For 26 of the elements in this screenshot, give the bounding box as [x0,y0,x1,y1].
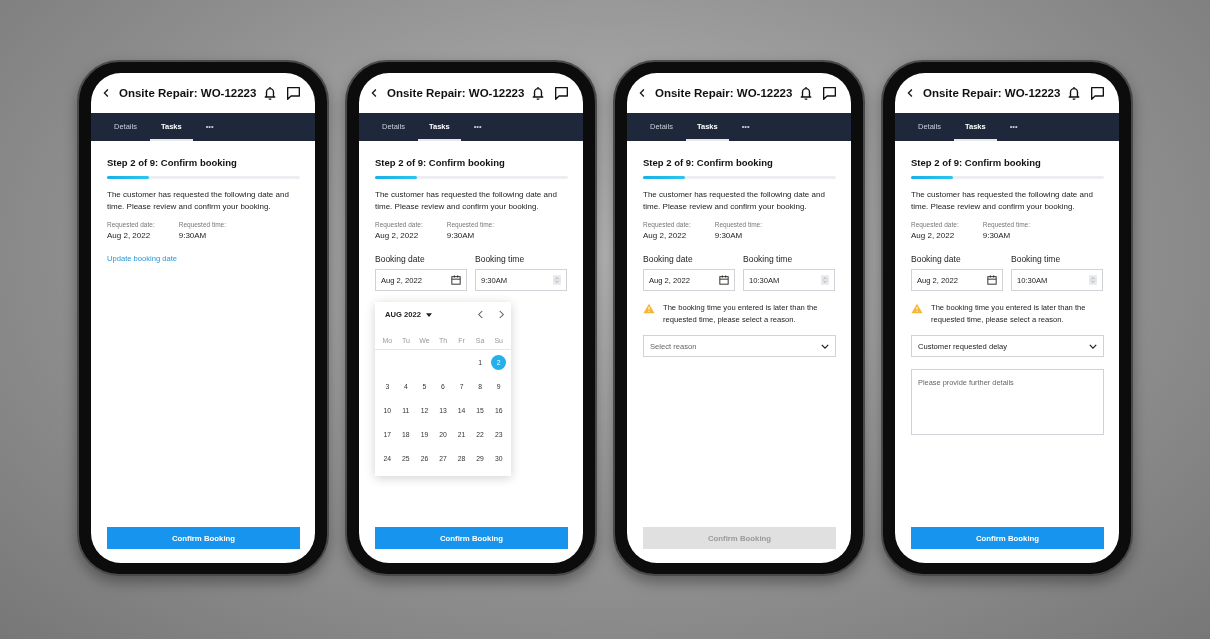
requested-value: 9:30AM [982,231,1012,240]
description-text: The customer has requested the following date and time. Please review and confirm your booking. [375,189,558,212]
step-title: Step 2 of 9: Confirm booking [107,157,238,168]
field-label: Booking time [475,254,526,264]
requested-value: 9:30AM [446,231,476,240]
field-label: Booking time [1011,254,1062,264]
step-title: Step 2 of 9: Confirm booking [911,157,1042,168]
field-label: Booking date [643,254,694,264]
screen-title: Onsite Repair: WO-12223 [119,87,257,99]
step-title: Step 2 of 9: Confirm booking [643,157,774,168]
description-text: The customer has requested the following date and time. Please review and confirm your booking. [643,189,826,212]
requested-value: 9:30AM [178,231,208,240]
field-label: Booking date [375,254,426,264]
screen-title: Onsite Repair: WO-12223 [655,87,793,99]
requested-value: Aug 2, 2022 [107,231,152,240]
screen-title: Onsite Repair: WO-12223 [387,87,525,99]
requested-value: Aug 2, 2022 [911,231,956,240]
requested-value: 9:30AM [714,231,744,240]
requested-value: Aug 2, 2022 [643,231,688,240]
field-label: Booking date [911,254,962,264]
description-text: The customer has requested the following date and time. Please review and confirm your booking. [911,189,1094,212]
screen-title: Onsite Repair: WO-12223 [923,87,1061,99]
field-label: Booking time [743,254,794,264]
requested-value: Aug 2, 2022 [375,231,420,240]
step-title: Step 2 of 9: Confirm booking [375,157,506,168]
description-text: The customer has requested the following date and time. Please review and confirm your booking. [107,189,290,212]
